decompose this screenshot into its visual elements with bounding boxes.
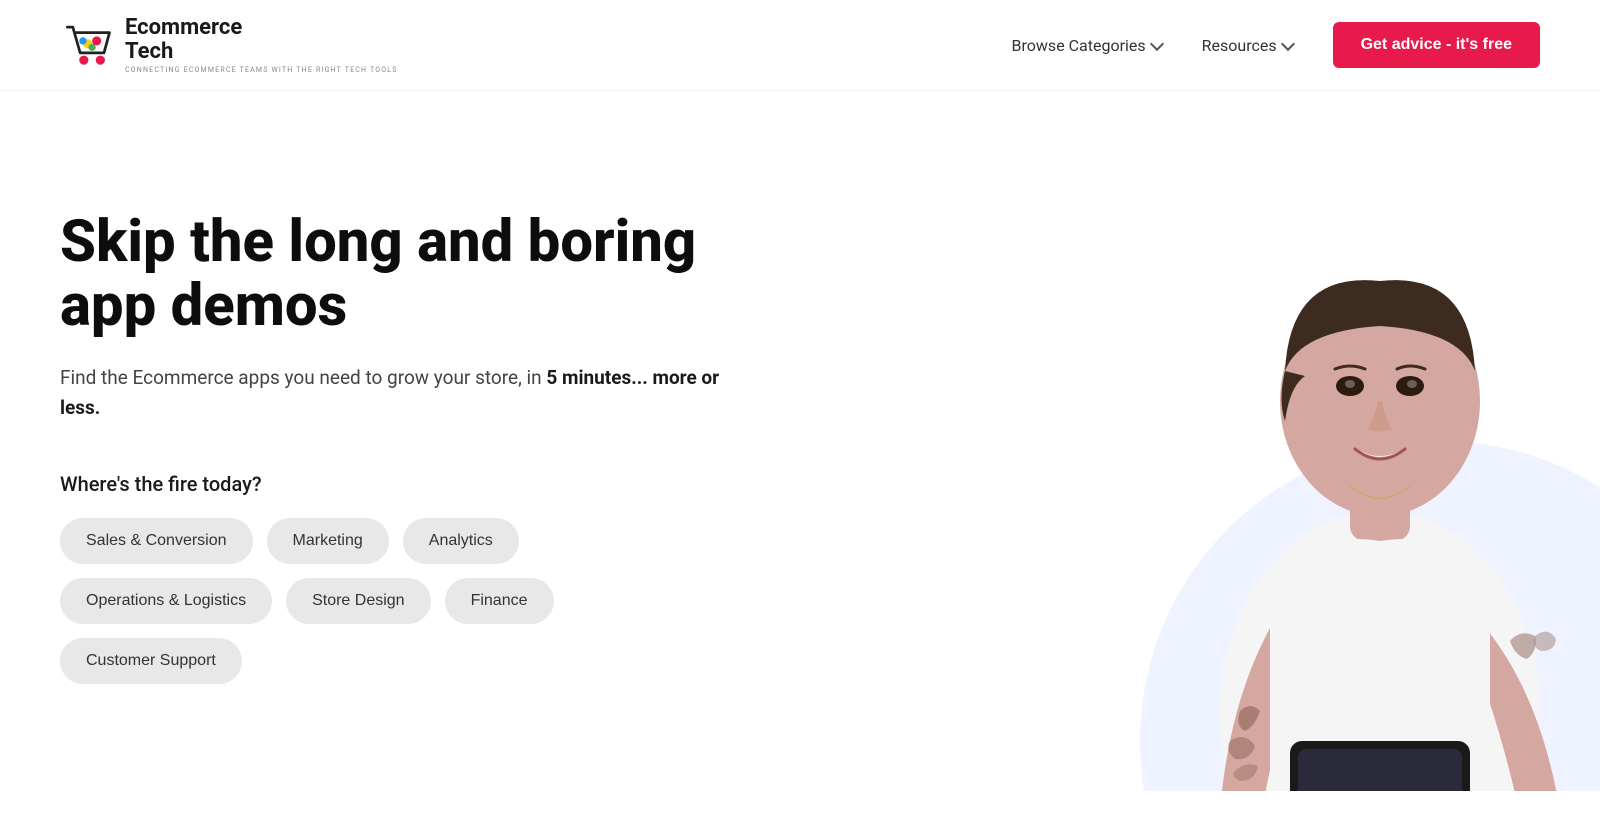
main-nav: Browse Categories Resources Get advice -…	[1012, 22, 1540, 68]
hero-image	[920, 91, 1600, 791]
pill-operations-logistics[interactable]: Operations & Logistics	[60, 578, 272, 624]
hero-subtitle: Find the Ecommerce apps you need to grow…	[60, 363, 740, 424]
category-pills-row3: Customer Support	[60, 638, 740, 684]
fire-question: Where's the fire today?	[60, 472, 740, 496]
logo[interactable]: Ecommerce Tech CONNECTING ECOMMERCE TEAM…	[60, 16, 398, 74]
resources-chevron-icon	[1281, 37, 1295, 51]
hero-section: Skip the long and boring app demos Find …	[0, 91, 1600, 791]
logo-text: Ecommerce Tech CONNECTING ECOMMERCE TEAM…	[125, 16, 398, 74]
logo-brand: Ecommerce Tech	[125, 16, 398, 64]
resources-nav[interactable]: Resources	[1202, 36, 1293, 55]
site-header: Ecommerce Tech CONNECTING ECOMMERCE TEAM…	[0, 0, 1600, 91]
browse-categories-nav[interactable]: Browse Categories	[1012, 36, 1162, 55]
category-pills-row2: Operations & Logistics Store Design Fina…	[60, 578, 740, 624]
pill-analytics[interactable]: Analytics	[403, 518, 519, 564]
pill-marketing[interactable]: Marketing	[267, 518, 389, 564]
category-pills-row1: Sales & Conversion Marketing Analytics	[60, 518, 740, 564]
hero-person-illustration	[920, 91, 1600, 791]
hero-content: Skip the long and boring app demos Find …	[60, 151, 740, 697]
logo-cart-icon	[60, 18, 115, 73]
browse-chevron-icon	[1150, 37, 1164, 51]
logo-tagline: CONNECTING ECOMMERCE TEAMS WITH THE RIGH…	[125, 66, 398, 74]
pill-finance[interactable]: Finance	[445, 578, 554, 624]
hero-title: Skip the long and boring app demos	[60, 211, 740, 339]
pill-store-design[interactable]: Store Design	[286, 578, 431, 624]
get-advice-button[interactable]: Get advice - it's free	[1333, 22, 1540, 68]
pill-sales-conversion[interactable]: Sales & Conversion	[60, 518, 253, 564]
pill-customer-support[interactable]: Customer Support	[60, 638, 242, 684]
